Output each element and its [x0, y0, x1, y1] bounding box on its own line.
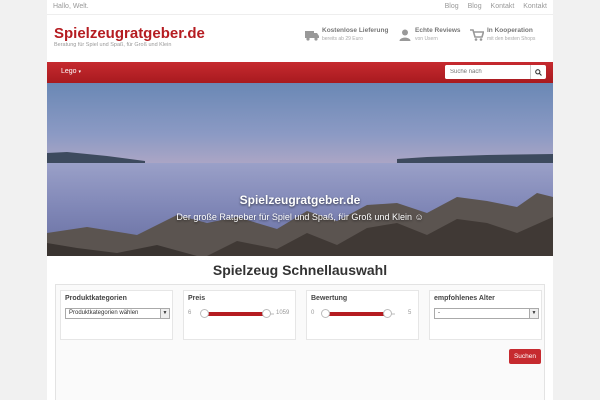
hero-banner: Spielzeugratgeber.de Der große Ratgeber …	[47, 83, 553, 256]
site-logo[interactable]: Spielzeugratgeber.de	[54, 25, 205, 42]
filter-label: Bewertung	[311, 295, 348, 302]
filter-label: empfohlenes Alter	[434, 295, 495, 302]
site-tagline: Beratung für Spiel und Spaß, für Groß un…	[54, 42, 172, 48]
nav-dropdown-lego[interactable]: Lego ▾	[61, 68, 81, 75]
feature-title: Echte Reviews	[415, 27, 461, 34]
select-value: -	[438, 310, 440, 316]
chevron-down-icon: ▼	[529, 309, 538, 318]
price-slider-max-handle[interactable]	[262, 309, 271, 318]
main-navbar: Lego ▾	[47, 62, 553, 83]
rating-min: 0	[311, 310, 315, 316]
top-link-kontakt[interactable]: Kontakt	[491, 3, 515, 10]
feature-subtitle: bereits ab 29 Euro	[322, 36, 363, 42]
price-min: 6	[188, 310, 192, 316]
rating-slider-range	[325, 312, 387, 316]
select-value: Produktkategorien wählen	[69, 310, 139, 316]
filter-label: Preis	[188, 295, 206, 302]
top-links: Blog Blog Kontakt Kontakt	[438, 3, 547, 10]
search-input[interactable]	[445, 65, 530, 79]
search-button[interactable]	[530, 65, 546, 79]
top-link-blog[interactable]: Blog	[445, 3, 459, 10]
price-max: 1059	[276, 310, 290, 316]
hero-title: Spielzeugratgeber.de	[239, 193, 361, 207]
greeting-text: Hallo, Welt.	[53, 3, 89, 10]
hero-subtitle: Der große Ratgeber für Spiel und Spaß, f…	[176, 212, 424, 222]
age-select[interactable]: - ▼	[434, 308, 539, 319]
feature-subtitle: mit den besten Shops	[487, 36, 536, 42]
feature-title: Kostenlose Lieferung	[322, 27, 389, 34]
hero-landscape-image	[47, 152, 553, 256]
categories-select[interactable]: Produktkategorien wählen ▼	[65, 308, 170, 319]
filter-rating: Bewertung 0 5	[306, 290, 419, 340]
rating-max: 5	[408, 310, 412, 316]
rating-slider-max-handle[interactable]	[383, 309, 392, 318]
filter-categories: Produktkategorien Produktkategorien wähl…	[60, 290, 173, 340]
search-icon	[535, 68, 542, 76]
top-link-blog-2[interactable]: Blog	[468, 3, 482, 10]
filter-panel: Produktkategorien Produktkategorien wähl…	[55, 284, 545, 400]
price-slider-range	[204, 312, 266, 316]
top-bar: Hallo, Welt. Blog Blog Kontakt Kontakt	[47, 0, 553, 14]
filter-price: Preis 6 1059	[183, 290, 296, 340]
filter-age: empfohlenes Alter - ▼	[429, 290, 542, 340]
top-link-kontakt-2[interactable]: Kontakt	[523, 3, 547, 10]
filter-label: Produktkategorien	[65, 295, 127, 302]
price-slider-min-handle[interactable]	[200, 309, 209, 318]
chevron-down-icon: ▼	[160, 309, 169, 318]
quick-select-section: Spielzeug Schnellauswahl Produktkategori…	[47, 256, 553, 400]
truck-icon	[305, 31, 319, 41]
section-title: Spielzeug Schnellauswahl	[212, 262, 388, 278]
site-header: Spielzeugratgeber.de Beratung für Spiel …	[47, 14, 553, 62]
search-submit-button[interactable]: Suchen	[509, 349, 541, 364]
user-icon	[399, 29, 411, 41]
rating-slider-min-handle[interactable]	[321, 309, 330, 318]
feature-title: In Kooperation	[487, 27, 533, 34]
cart-icon	[470, 29, 484, 41]
caret-down-icon: ▾	[78, 69, 82, 75]
nav-dropdown-label: Lego	[61, 68, 77, 75]
feature-subtitle: von Usern	[415, 36, 438, 42]
search-form	[445, 65, 546, 79]
